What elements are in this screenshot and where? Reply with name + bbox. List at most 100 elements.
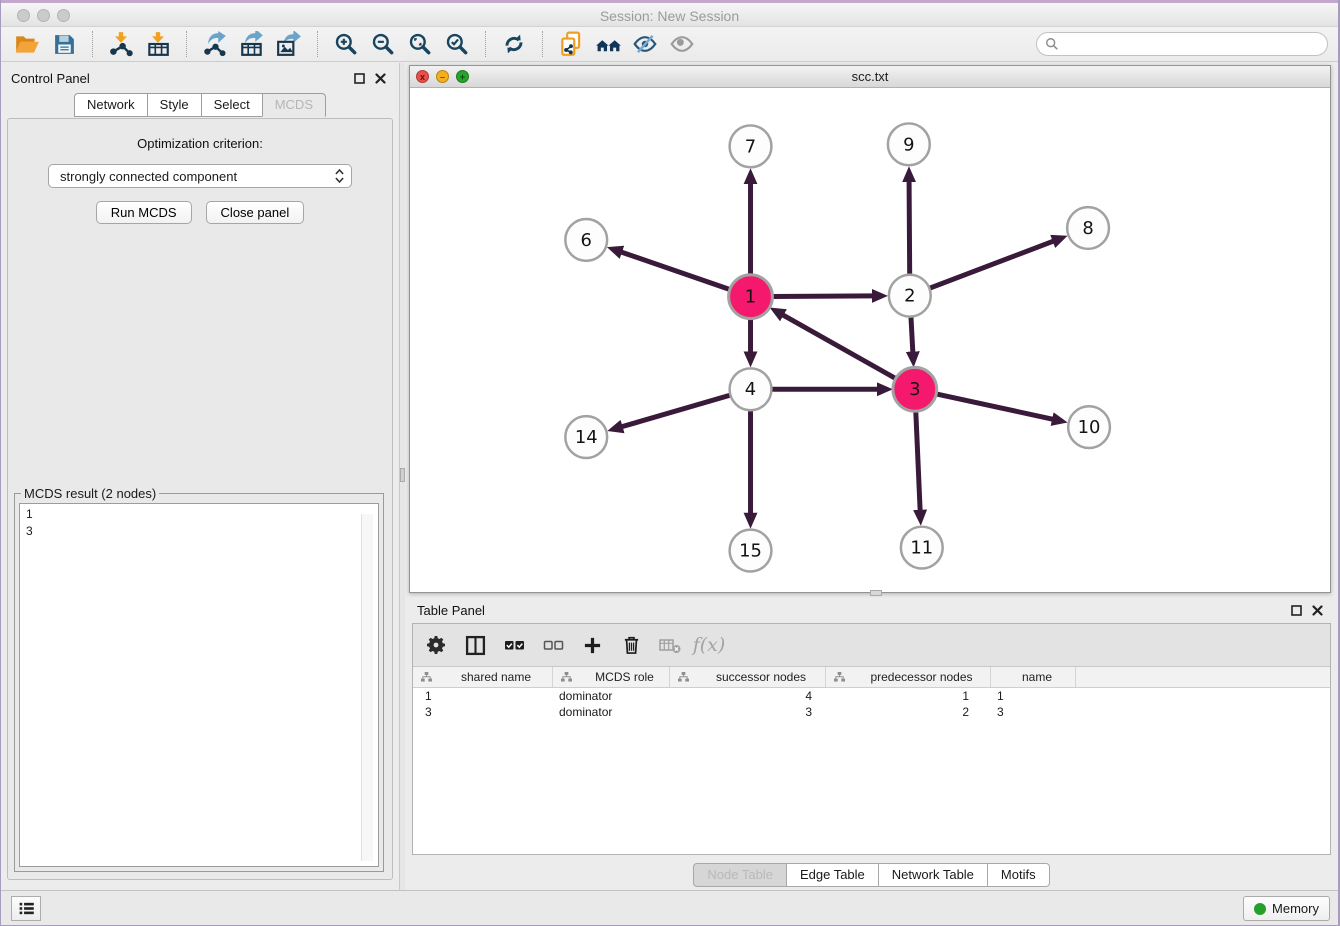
- result-scrollbar[interactable]: [361, 514, 373, 861]
- split-panel-icon[interactable]: [462, 632, 488, 658]
- float-panel-icon[interactable]: [353, 72, 366, 85]
- list-icon: [18, 901, 35, 916]
- graph-node-4[interactable]: 4: [730, 368, 772, 410]
- network-window-titlebar[interactable]: x – + scc.txt: [410, 66, 1330, 88]
- apply-layout-icon[interactable]: [498, 29, 530, 59]
- session-title: Session: New Session: [1, 8, 1338, 24]
- table-cell[interactable]: 2: [826, 704, 991, 720]
- memory-button[interactable]: Memory: [1243, 896, 1330, 921]
- deselect-all-icon[interactable]: [540, 632, 566, 658]
- graph-node-14[interactable]: 14: [565, 416, 607, 458]
- toolbar-separator: [542, 31, 543, 57]
- close-panel-icon[interactable]: [374, 72, 387, 85]
- zoom-out-icon[interactable]: [367, 29, 399, 59]
- network-graph[interactable]: 7 9 6 8 1 2 4 3 14 10 15 11: [410, 88, 1330, 592]
- export-network-icon[interactable]: [199, 29, 231, 59]
- search-input[interactable]: [1064, 37, 1319, 52]
- table-settings-icon[interactable]: [423, 632, 449, 658]
- table-cell[interactable]: 3: [991, 704, 1076, 720]
- table-panel-title: Table Panel: [417, 603, 485, 618]
- tab-network[interactable]: Network: [74, 93, 147, 117]
- tab-motifs[interactable]: Motifs: [987, 863, 1050, 887]
- select-all-icon[interactable]: [501, 632, 527, 658]
- memory-status-icon: [1254, 903, 1266, 915]
- graph-edge-3-1[interactable]: [783, 315, 896, 379]
- import-table-icon[interactable]: [142, 29, 174, 59]
- graph-edge-1-2[interactable]: [772, 296, 873, 297]
- delete-column-icon[interactable]: [618, 632, 644, 658]
- svg-text:10: 10: [1078, 417, 1101, 438]
- graph-node-9[interactable]: 9: [888, 123, 930, 165]
- tab-select[interactable]: Select: [201, 93, 262, 117]
- tab-node-table[interactable]: Node Table: [693, 863, 786, 887]
- column-header-name[interactable]: name: [991, 667, 1076, 687]
- graph-edge-2-8[interactable]: [930, 241, 1053, 288]
- hide-graphics-details-icon[interactable]: [629, 29, 661, 59]
- run-mcds-button[interactable]: Run MCDS: [96, 201, 192, 224]
- graph-node-15[interactable]: 15: [730, 530, 772, 572]
- graph-edge-2-9[interactable]: [909, 181, 910, 274]
- graph-edge-1-6[interactable]: [621, 252, 730, 290]
- optimization-criterion-select[interactable]: strongly connected component: [48, 164, 352, 188]
- search-box[interactable]: [1036, 32, 1328, 56]
- close-table-panel-icon[interactable]: [1311, 604, 1324, 617]
- table-cell[interactable]: 1: [991, 688, 1076, 704]
- tab-mcds[interactable]: MCDS: [262, 93, 326, 117]
- table-cell[interactable]: dominator: [553, 704, 670, 720]
- column-header-shared-name[interactable]: shared name: [413, 667, 553, 687]
- save-session-icon[interactable]: [48, 29, 80, 59]
- table-cell[interactable]: 3: [413, 704, 553, 720]
- mcds-panel: Optimization criterion: strongly connect…: [7, 118, 393, 880]
- chevron-up-down-icon: [335, 168, 344, 184]
- graph-node-11[interactable]: 11: [901, 527, 943, 569]
- graph-node-3[interactable]: 3: [893, 367, 937, 411]
- export-table-icon[interactable]: [236, 29, 268, 59]
- column-label: shared name: [440, 670, 552, 684]
- delete-table-icon[interactable]: [657, 632, 683, 658]
- graph-node-7[interactable]: 7: [730, 125, 772, 167]
- add-column-icon[interactable]: [579, 632, 605, 658]
- graph-edge-3-10[interactable]: [936, 394, 1053, 419]
- hierarchy-icon: [561, 672, 572, 683]
- memory-label: Memory: [1272, 901, 1319, 916]
- table-row[interactable]: 1dominator411: [413, 688, 1330, 704]
- graph-node-10[interactable]: 10: [1068, 406, 1110, 448]
- import-network-icon[interactable]: [105, 29, 137, 59]
- network-canvas[interactable]: 7 9 6 8 1 2 4 3 14 10 15 11: [410, 88, 1330, 592]
- zoom-selected-icon[interactable]: [441, 29, 473, 59]
- graph-edge-4-14[interactable]: [622, 395, 730, 426]
- show-graphics-details-icon[interactable]: [666, 29, 698, 59]
- graph-edge-2-3[interactable]: [911, 318, 913, 353]
- export-image-icon[interactable]: [273, 29, 305, 59]
- close-panel-button[interactable]: Close panel: [206, 201, 305, 224]
- table-cell[interactable]: 4: [670, 688, 826, 704]
- hierarchy-icon: [834, 672, 845, 683]
- mcds-result-text[interactable]: 1 3: [19, 503, 379, 867]
- table-cell[interactable]: dominator: [553, 688, 670, 704]
- table-cell[interactable]: 3: [670, 704, 826, 720]
- table-cell[interactable]: 1: [826, 688, 991, 704]
- optimization-criterion-value: strongly connected component: [60, 169, 335, 184]
- tab-network-table[interactable]: Network Table: [878, 863, 987, 887]
- table-cell[interactable]: 1: [413, 688, 553, 704]
- tab-style[interactable]: Style: [147, 93, 201, 117]
- function-builder-icon[interactable]: f(x): [696, 632, 722, 658]
- first-neighbors-icon[interactable]: [555, 29, 587, 59]
- graph-edge-3-11[interactable]: [916, 411, 920, 511]
- zoom-in-icon[interactable]: [330, 29, 362, 59]
- home-icon[interactable]: [592, 29, 624, 59]
- open-session-icon[interactable]: [11, 29, 43, 59]
- column-header-successor-nodes[interactable]: successor nodes: [670, 667, 826, 687]
- column-header-predecessor-nodes[interactable]: predecessor nodes: [826, 667, 991, 687]
- graph-node-2[interactable]: 2: [889, 275, 931, 317]
- float-table-panel-icon[interactable]: [1290, 604, 1303, 617]
- task-history-button[interactable]: [11, 896, 41, 921]
- column-header-MCDS-role[interactable]: MCDS role: [553, 667, 670, 687]
- graph-node-1[interactable]: 1: [729, 275, 773, 319]
- mcds-result-group: MCDS result (2 nodes) 1 3: [14, 493, 384, 872]
- zoom-fit-icon[interactable]: [404, 29, 436, 59]
- graph-node-8[interactable]: 8: [1067, 207, 1109, 249]
- table-row[interactable]: 3dominator323: [413, 704, 1330, 720]
- tab-edge-table[interactable]: Edge Table: [786, 863, 878, 887]
- graph-node-6[interactable]: 6: [565, 219, 607, 261]
